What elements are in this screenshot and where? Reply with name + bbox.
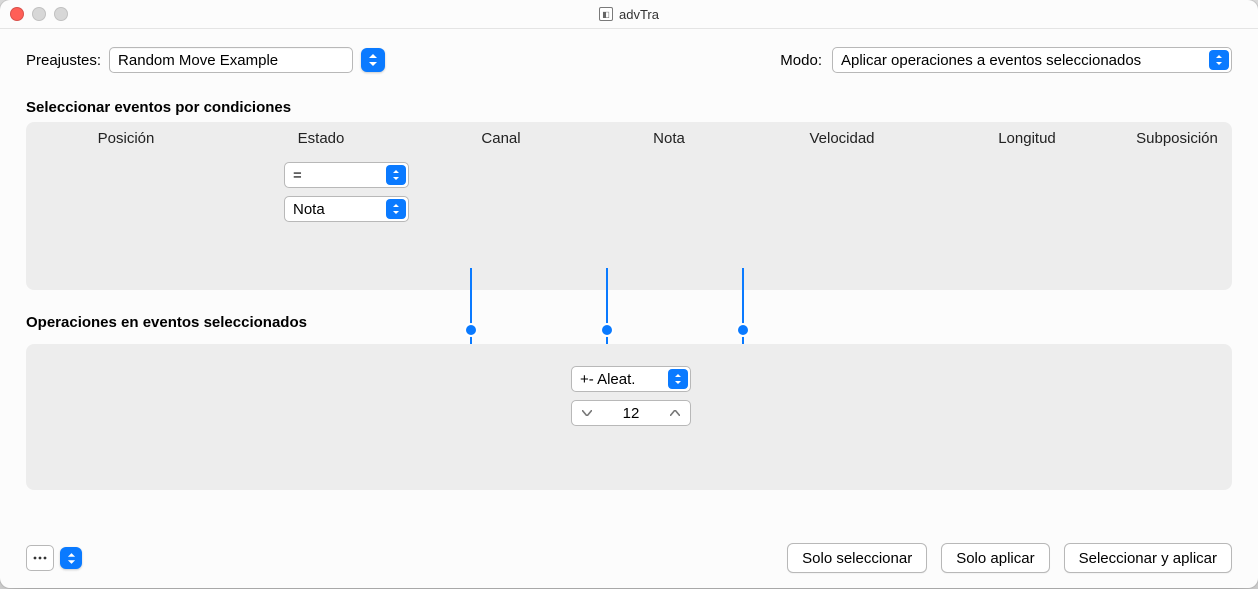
window-controls	[10, 7, 68, 21]
operations-panel: +- Aleat. 12	[26, 344, 1232, 490]
chevron-up-icon[interactable]	[664, 401, 686, 425]
operation-type-value: +- Aleat.	[580, 371, 635, 388]
preset-menu-button[interactable]	[361, 48, 385, 72]
apply-only-label: Solo aplicar	[956, 550, 1034, 567]
apply-only-button[interactable]: Solo aplicar	[941, 543, 1049, 573]
mode-select[interactable]: Aplicar operaciones a eventos selecciona…	[832, 47, 1232, 73]
condition-columns: Posición Estado Canal Nota Velocidad Lon…	[26, 122, 1232, 147]
col-nota: Nota	[586, 130, 752, 147]
col-longitud: Longitud	[932, 130, 1122, 147]
select-arrows-icon	[668, 369, 688, 389]
mode-value: Aplicar operaciones a eventos selecciona…	[841, 52, 1141, 69]
mode-label: Modo:	[780, 52, 822, 69]
estado-operator-value: =	[293, 167, 302, 184]
conditions-title: Seleccionar eventos por condiciones	[26, 99, 1232, 116]
col-posicion: Posición	[26, 130, 226, 147]
col-estado: Estado	[226, 130, 416, 147]
more-menu-button[interactable]	[60, 547, 82, 569]
more-button[interactable]	[26, 545, 54, 571]
minimize-icon[interactable]	[32, 7, 46, 21]
estado-value: Nota	[293, 201, 325, 218]
preset-name-value: Random Move Example	[118, 52, 278, 69]
col-canal: Canal	[416, 130, 586, 147]
select-and-apply-button[interactable]: Seleccionar y aplicar	[1064, 543, 1232, 573]
app-icon: ◧	[599, 7, 613, 21]
select-arrows-icon	[1209, 50, 1229, 70]
operation-amount-value: 12	[598, 405, 664, 422]
estado-operator-select[interactable]: =	[284, 162, 409, 188]
operations-title: Operaciones en eventos seleccionados	[26, 314, 307, 331]
operation-amount-stepper[interactable]: 12	[571, 400, 691, 426]
select-only-button[interactable]: Solo seleccionar	[787, 543, 927, 573]
titlebar: ◧ advTra	[0, 0, 1258, 29]
select-and-apply-label: Seleccionar y aplicar	[1079, 550, 1217, 567]
select-only-label: Solo seleccionar	[802, 550, 912, 567]
conditions-panel: Posición Estado Canal Nota Velocidad Lon…	[26, 122, 1232, 290]
top-row: Preajustes: Random Move Example Modo: Ap…	[26, 47, 1232, 73]
col-subposicion: Subposición	[1122, 130, 1232, 147]
connector-handle[interactable]	[466, 325, 476, 335]
footer: Solo seleccionar Solo aplicar Selecciona…	[26, 543, 1232, 573]
connector-handle[interactable]	[738, 325, 748, 335]
content: Preajustes: Random Move Example Modo: Ap…	[0, 29, 1258, 589]
presets-label: Preajustes:	[26, 52, 101, 69]
connector-handle[interactable]	[602, 325, 612, 335]
chevron-down-icon[interactable]	[576, 401, 598, 425]
select-arrows-icon	[386, 199, 406, 219]
close-icon[interactable]	[10, 7, 24, 21]
preset-name-input[interactable]: Random Move Example	[109, 47, 353, 73]
col-velocidad: Velocidad	[752, 130, 932, 147]
window-title: advTra	[619, 7, 659, 22]
estado-value-select[interactable]: Nota	[284, 196, 409, 222]
select-arrows-icon	[386, 165, 406, 185]
operation-type-select[interactable]: +- Aleat.	[571, 366, 691, 392]
zoom-icon[interactable]	[54, 7, 68, 21]
window: ◧ advTra Preajustes: Random Move Example…	[0, 0, 1258, 588]
